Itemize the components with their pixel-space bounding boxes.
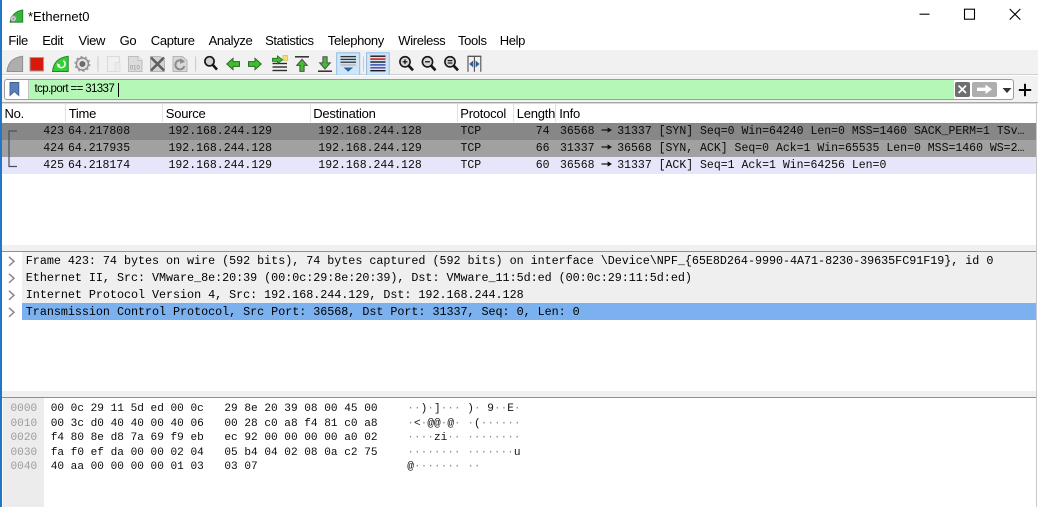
svg-text:010: 010 xyxy=(130,66,141,72)
